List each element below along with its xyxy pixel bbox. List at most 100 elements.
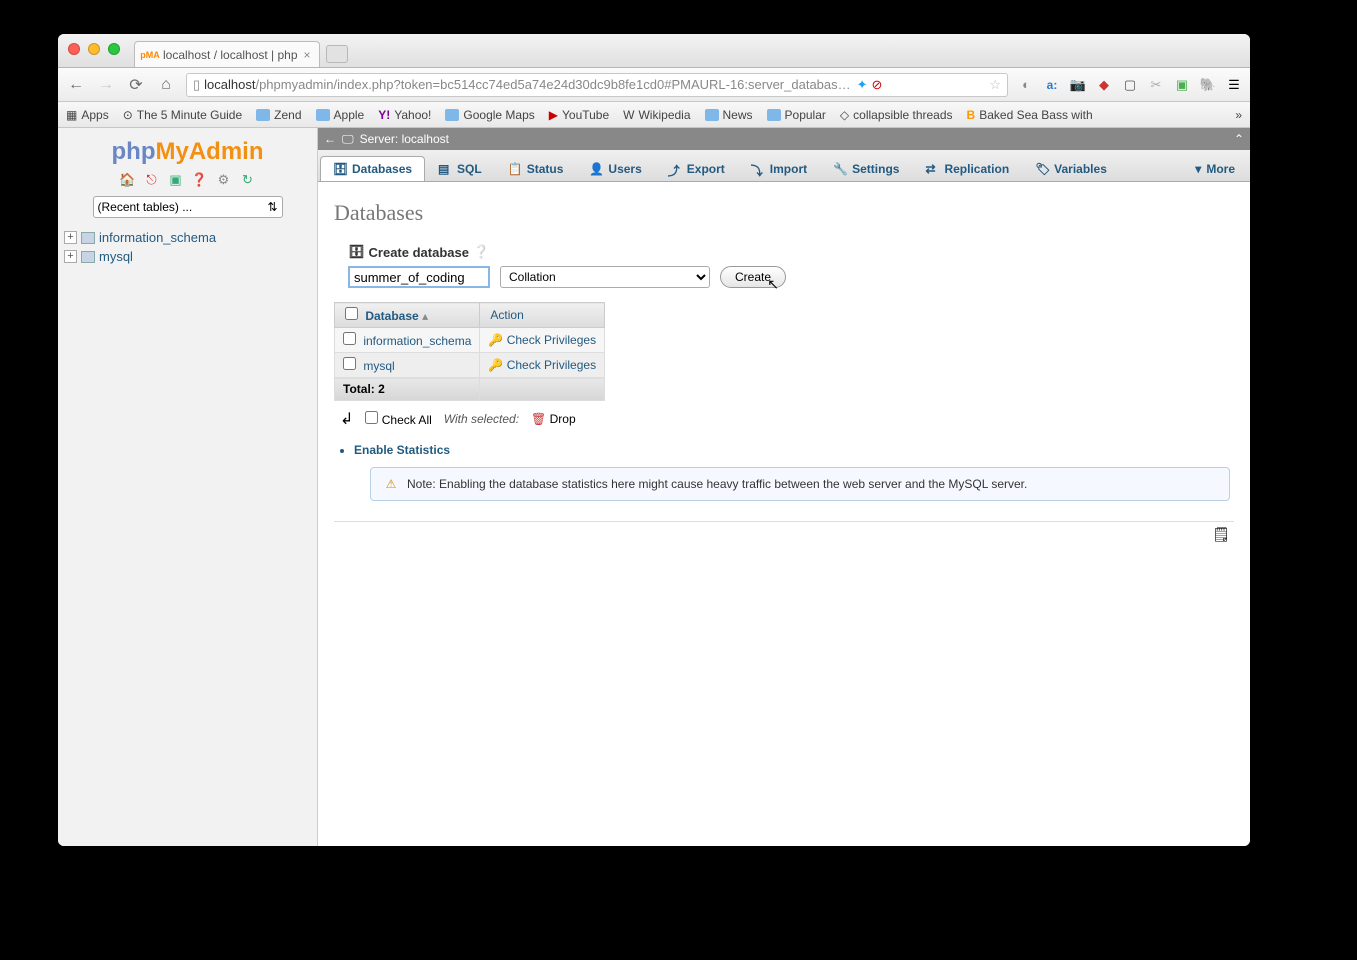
bookmark-item[interactable]: News <box>705 108 753 122</box>
bookmark-star-icon[interactable]: ☆ <box>989 77 1001 93</box>
bookmarks-overflow[interactable]: » <box>1235 108 1242 122</box>
content: Databases 🗄 Create database ❔ Collation … <box>318 182 1250 846</box>
reload-icon[interactable]: ↻ <box>240 172 256 188</box>
db-link[interactable]: mysql <box>363 359 394 373</box>
sql-icon: ▤ <box>438 162 452 176</box>
sticky-note-icon[interactable]: 🗒 <box>1212 526 1230 543</box>
page-icon: ▯ <box>193 77 200 93</box>
row-checkbox[interactable] <box>343 357 356 370</box>
expand-icon[interactable]: + <box>64 231 77 244</box>
status-icon: 📋 <box>508 162 522 176</box>
collapse-icon[interactable]: ⌃ <box>1234 132 1244 146</box>
url-path: /phpmyadmin/index.php?token=bc514cc74ed5… <box>255 77 850 92</box>
create-button[interactable]: Create↖ <box>720 266 786 288</box>
privileges-icon: 🔑 <box>488 333 503 347</box>
bookmark-item[interactable]: Y!Yahoo! <box>378 108 431 122</box>
ext-icon[interactable]: a: <box>1044 77 1060 93</box>
note-text: Note: Enabling the database statistics h… <box>407 477 1027 491</box>
chevron-down-icon: ▾ <box>1195 162 1201 176</box>
ext-icon[interactable]: ◐ <box>1018 77 1034 93</box>
main: ← 🖵 Server: localhost ⌃ 🗄Databases ▤SQL … <box>318 128 1250 846</box>
tab-replication[interactable]: ⇄Replication <box>912 156 1022 181</box>
recent-tables-label: (Recent tables) ... <box>98 200 193 214</box>
bookmark-item[interactable]: ◇ collapsible threads <box>840 108 953 122</box>
back-button[interactable]: ← <box>66 76 86 94</box>
enable-statistics-link[interactable]: Enable Statistics <box>354 443 1234 457</box>
check-privileges-link[interactable]: Check Privileges <box>507 358 596 372</box>
row-checkbox[interactable] <box>343 332 356 345</box>
bookmark-item[interactable]: Google Maps <box>445 108 534 122</box>
db-link[interactable]: information_schema <box>363 334 471 348</box>
tab-databases[interactable]: 🗄Databases <box>320 156 425 181</box>
expand-icon[interactable]: + <box>64 250 77 263</box>
bookmark-item[interactable]: Popular <box>767 108 826 122</box>
server-label: Server: localhost <box>360 132 449 146</box>
settings-icon[interactable]: ⚙ <box>216 172 232 188</box>
db-tree-item[interactable]: + information_schema <box>64 228 311 247</box>
tab-users[interactable]: 👤Users <box>576 156 654 181</box>
sql-icon[interactable]: ▣ <box>168 172 184 188</box>
adblock-icon[interactable]: ⊘ <box>872 77 883 93</box>
home-icon[interactable]: 🏠 <box>120 172 136 188</box>
bookmark-item[interactable]: Apple <box>316 108 365 122</box>
ext-icon[interactable]: ▣ <box>1174 77 1190 93</box>
database-icon <box>81 232 95 244</box>
forward-button[interactable]: → <box>96 76 116 94</box>
select-all-checkbox[interactable] <box>345 307 358 320</box>
ext-icon[interactable]: ▢ <box>1122 77 1138 93</box>
collation-select[interactable]: Collation <box>500 266 710 288</box>
zoom-window-icon[interactable] <box>108 43 120 55</box>
db-tree-item[interactable]: +mysql <box>64 247 311 266</box>
ext-icon[interactable]: ◆ <box>1096 77 1112 93</box>
bookmark-item[interactable]: BBaked Sea Bass with <box>967 108 1093 122</box>
bookmark-apps[interactable]: ▦ Apps <box>66 108 109 122</box>
help-icon[interactable]: ❔ <box>473 244 489 260</box>
close-tab-icon[interactable]: × <box>304 48 311 62</box>
recent-tables-select[interactable]: (Recent tables) ... ⇅ <box>93 196 283 218</box>
docs-icon[interactable]: ❓ <box>192 172 208 188</box>
minimize-window-icon[interactable] <box>88 43 100 55</box>
tab-settings[interactable]: 🔧Settings <box>820 156 912 181</box>
db-name-input[interactable] <box>348 266 490 288</box>
tab-sql[interactable]: ▤SQL <box>425 156 495 181</box>
titlebar: pMA localhost / localhost | php × <box>58 34 1250 68</box>
check-privileges-link[interactable]: Check Privileges <box>507 333 596 347</box>
ext-icon[interactable]: 🐘 <box>1200 77 1216 93</box>
total-label: Total: 2 <box>335 378 480 401</box>
browser-tab[interactable]: pMA localhost / localhost | php × <box>134 41 320 67</box>
bookmark-item[interactable]: ▶YouTube <box>549 108 609 122</box>
server-bar: ← 🖵 Server: localhost ⌃ <box>318 128 1250 150</box>
ext-icon[interactable]: ✂ <box>1148 77 1164 93</box>
bookmark-item[interactable]: WWikipedia <box>623 108 690 122</box>
databases-table: Database ▴ Action information_schema 🔑 C… <box>334 302 605 401</box>
check-all-label: Check All <box>382 413 432 427</box>
ext-icon[interactable]: 📷 <box>1070 77 1086 93</box>
close-window-icon[interactable] <box>68 43 80 55</box>
users-icon: 👤 <box>589 162 603 176</box>
home-button[interactable]: ⌂ <box>156 76 176 94</box>
variables-icon: 🏷 <box>1035 162 1049 176</box>
replication-icon: ⇄ <box>925 162 939 176</box>
twitter-icon[interactable]: ✦ <box>857 77 868 93</box>
check-all-checkbox[interactable] <box>365 411 378 424</box>
tab-status[interactable]: 📋Status <box>495 156 577 181</box>
bookmark-item[interactable]: ⊙ The 5 Minute Guide <box>123 108 242 122</box>
divider <box>334 521 1234 522</box>
col-database[interactable]: Database ▴ <box>335 303 480 328</box>
tab-export[interactable]: ⤴Export <box>655 156 738 181</box>
tab-variables[interactable]: 🏷Variables <box>1022 156 1120 181</box>
new-tab-button[interactable] <box>326 45 348 63</box>
address-bar[interactable]: ▯ localhost /phpmyadmin/index.php?token=… <box>186 73 1008 97</box>
menu-icon[interactable]: ☰ <box>1226 77 1242 93</box>
db-tree-label: information_schema <box>99 230 216 245</box>
drop-link[interactable]: 🗑 Drop <box>531 412 576 426</box>
logout-icon[interactable]: ⎋ <box>144 172 160 188</box>
server-back-icon[interactable]: ← <box>324 132 336 146</box>
info-note: ⚠ Note: Enabling the database statistics… <box>370 467 1230 501</box>
export-icon: ⤴ <box>668 162 682 176</box>
reload-button[interactable]: ⟳ <box>126 75 146 95</box>
pma-shell: phpMyAdmin 🏠 ⎋ ▣ ❓ ⚙ ↻ (Recent tables) .… <box>58 128 1250 846</box>
tab-more[interactable]: ▾More <box>1182 156 1248 181</box>
tab-import[interactable]: ⤵Import <box>738 156 820 181</box>
bookmark-item[interactable]: Zend <box>256 108 301 122</box>
